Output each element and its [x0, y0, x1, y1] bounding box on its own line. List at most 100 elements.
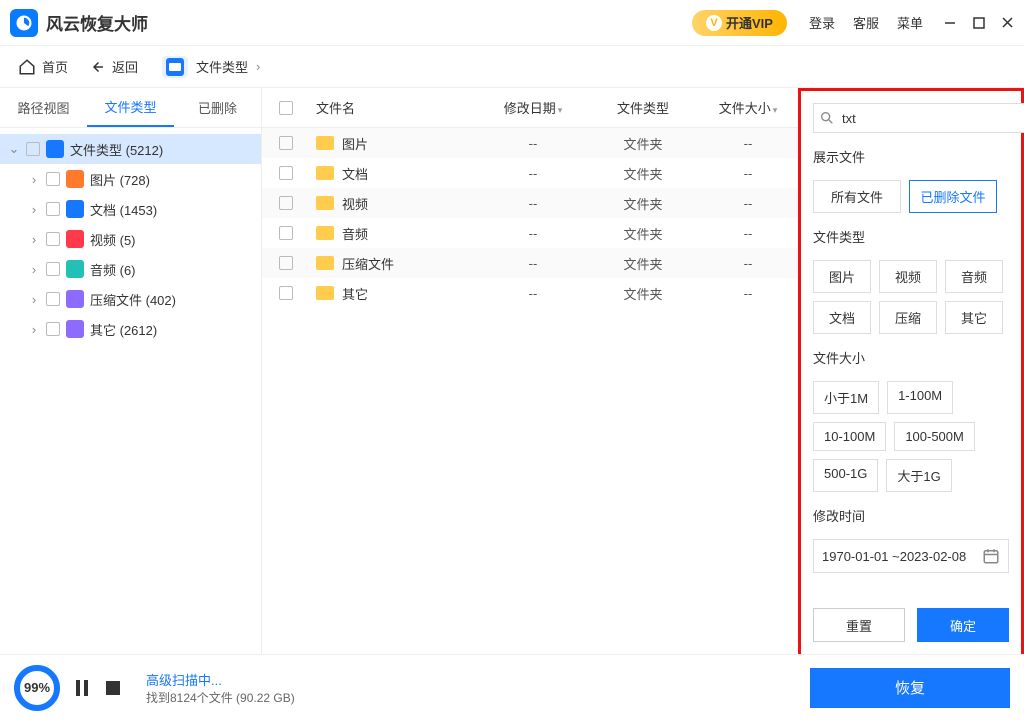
close-icon[interactable] — [1001, 16, 1014, 29]
checkbox[interactable] — [279, 286, 293, 300]
tab-path-view[interactable]: 路径视图 — [0, 88, 87, 127]
chip-size[interactable]: 10-100M — [813, 422, 886, 451]
vip-button[interactable]: V 开通VIP — [692, 10, 787, 36]
checkbox[interactable] — [46, 262, 60, 276]
checkbox[interactable] — [279, 196, 293, 210]
chip-size[interactable]: 100-500M — [894, 422, 975, 451]
checkbox[interactable] — [279, 256, 293, 270]
back-label: 返回 — [112, 57, 138, 76]
folder-icon — [316, 136, 334, 150]
chevron-right-icon: › — [28, 322, 40, 337]
chip-deleted-files[interactable]: 已删除文件 — [909, 180, 997, 213]
minimize-icon[interactable] — [943, 16, 957, 30]
table-row[interactable]: 其它--文件夹-- — [262, 278, 798, 308]
home-label: 首页 — [42, 57, 68, 76]
chip-type[interactable]: 文档 — [813, 301, 871, 334]
chip-type[interactable]: 压缩 — [879, 301, 937, 334]
date-from: 1970-01-01 — [822, 549, 889, 564]
checkbox[interactable] — [46, 232, 60, 246]
checkbox[interactable] — [279, 136, 293, 150]
tab-file-type[interactable]: 文件类型 — [87, 88, 174, 127]
reset-button[interactable]: 重置 — [813, 608, 905, 642]
tree-item[interactable]: › 压缩文件 (402) — [0, 284, 261, 314]
search-input[interactable] — [813, 103, 1024, 133]
select-all-checkbox[interactable] — [279, 101, 293, 115]
folder-icon — [316, 196, 334, 210]
chip-type[interactable]: 其它 — [945, 301, 1003, 334]
recover-button[interactable]: 恢复 — [810, 668, 1010, 708]
file-name: 其它 — [342, 284, 368, 303]
disk-icon — [46, 140, 64, 158]
tree-item-label: 压缩文件 (402) — [90, 290, 176, 309]
chevron-right-icon: › — [28, 262, 40, 277]
tab-deleted[interactable]: 已删除 — [174, 88, 261, 127]
checkbox[interactable] — [279, 226, 293, 240]
file-table: 文件名 修改日期▾ 文件类型 文件大小▾ 图片--文件夹--文档--文件夹--视… — [262, 88, 798, 654]
col-type[interactable]: 文件类型 — [588, 98, 698, 117]
chip-all-files[interactable]: 所有文件 — [813, 180, 901, 213]
tree-item-label: 视频 (5) — [90, 230, 136, 249]
chevron-right-icon: › — [28, 292, 40, 307]
table-row[interactable]: 音频--文件夹-- — [262, 218, 798, 248]
tree-item-label: 其它 (2612) — [90, 320, 157, 339]
vip-label: 开通VIP — [726, 13, 773, 32]
chip-type[interactable]: 图片 — [813, 260, 871, 293]
table-row[interactable]: 文档--文件夹-- — [262, 158, 798, 188]
back-button[interactable]: 返回 — [88, 57, 138, 76]
confirm-button[interactable]: 确定 — [917, 608, 1009, 642]
checkbox[interactable] — [46, 172, 60, 186]
tree-root[interactable]: ⌄ 文件类型 (5212) — [0, 134, 261, 164]
support-link[interactable]: 客服 — [853, 13, 879, 32]
navbar: 首页 返回 文件类型 › — [0, 46, 1024, 88]
login-link[interactable]: 登录 — [809, 13, 835, 32]
chip-size[interactable]: 1-100M — [887, 381, 953, 414]
file-type: 文件夹 — [588, 134, 698, 153]
col-name[interactable]: 文件名 — [310, 98, 478, 117]
file-size: -- — [698, 166, 798, 181]
chevron-right-icon: › — [28, 202, 40, 217]
checkbox[interactable] — [46, 292, 60, 306]
filter-type-title: 文件类型 — [813, 227, 1009, 246]
sort-icon: ▾ — [773, 105, 778, 115]
menu-link[interactable]: 菜单 — [897, 13, 923, 32]
breadcrumb[interactable]: 文件类型 › — [162, 56, 260, 78]
file-name: 音频 — [342, 224, 368, 243]
tree-item[interactable]: ›音频 (6) — [0, 254, 261, 284]
filter-show-files-title: 展示文件 — [813, 147, 1009, 166]
disk-icon — [166, 58, 184, 76]
chip-size[interactable]: 500-1G — [813, 459, 878, 492]
chip-type[interactable]: 音频 — [945, 260, 1003, 293]
titlebar: 风云恢复大师 V 开通VIP 登录 客服 菜单 — [0, 0, 1024, 46]
col-size[interactable]: 文件大小▾ — [698, 98, 798, 117]
table-row[interactable]: 图片--文件夹-- — [262, 128, 798, 158]
chip-type[interactable]: 视频 — [879, 260, 937, 293]
checkbox[interactable] — [279, 166, 293, 180]
table-row[interactable]: 视频--文件夹-- — [262, 188, 798, 218]
calendar-icon — [982, 547, 1000, 565]
tree-item[interactable]: ›文档 (1453) — [0, 194, 261, 224]
left-panel: 路径视图 文件类型 已删除 ⌄ 文件类型 (5212) ›图片 (728) ›文… — [0, 88, 262, 654]
chevron-right-icon: › — [28, 172, 40, 187]
main: 路径视图 文件类型 已删除 ⌄ 文件类型 (5212) ›图片 (728) ›文… — [0, 88, 1024, 654]
stop-button[interactable] — [106, 681, 120, 695]
tree-item[interactable]: ›视频 (5) — [0, 224, 261, 254]
col-date[interactable]: 修改日期▾ — [478, 98, 588, 117]
file-type: 文件夹 — [588, 194, 698, 213]
checkbox[interactable] — [46, 322, 60, 336]
tree-item[interactable]: › 其它 (2612) — [0, 314, 261, 344]
table-row[interactable]: 压缩文件--文件夹-- — [262, 248, 798, 278]
search-row: 搜索 — [813, 103, 1009, 133]
chip-size[interactable]: 大于1G — [886, 459, 951, 492]
checkbox[interactable] — [26, 142, 40, 156]
tree-item[interactable]: ›图片 (728) — [0, 164, 261, 194]
chevron-right-icon: › — [256, 59, 260, 74]
date-range-input[interactable]: 1970-01-01 ~2023-02-08 — [813, 539, 1009, 573]
breadcrumb-label: 文件类型 — [196, 57, 248, 76]
checkbox[interactable] — [46, 202, 60, 216]
home-button[interactable]: 首页 — [18, 57, 68, 76]
chip-size[interactable]: 小于1M — [813, 381, 879, 414]
file-type: 文件夹 — [588, 164, 698, 183]
pause-button[interactable] — [76, 680, 90, 696]
maximize-icon[interactable] — [973, 17, 985, 29]
table-header: 文件名 修改日期▾ 文件类型 文件大小▾ — [262, 88, 798, 128]
